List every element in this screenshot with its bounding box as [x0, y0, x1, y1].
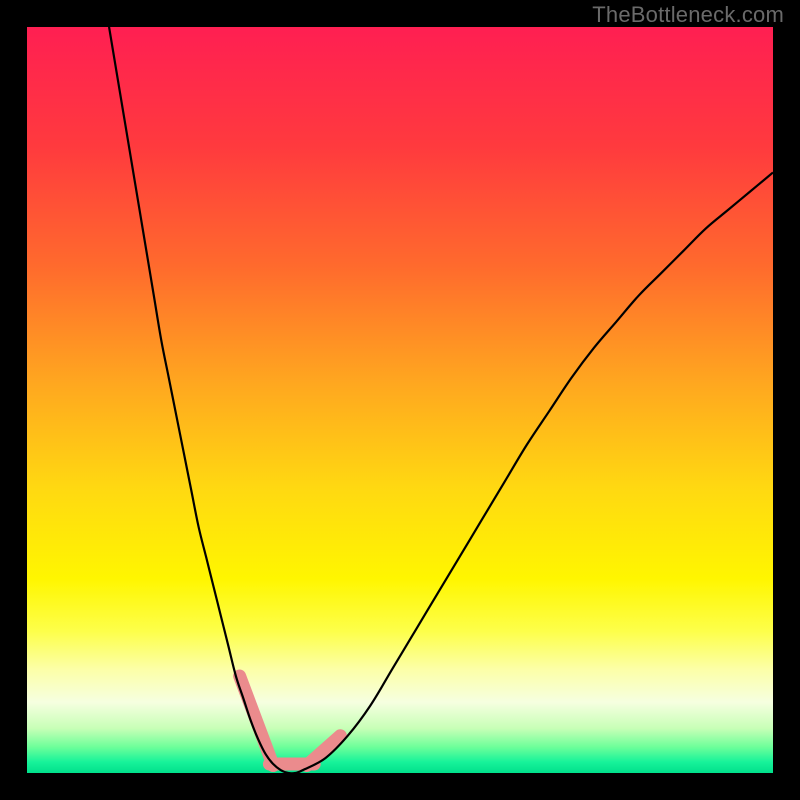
chart-frame: TheBottleneck.com	[0, 0, 800, 800]
watermark-text: TheBottleneck.com	[592, 2, 784, 28]
plot-area	[27, 27, 773, 773]
highlight-marker	[240, 676, 341, 766]
bottleneck-curve	[109, 27, 773, 773]
curve-layer	[27, 27, 773, 773]
